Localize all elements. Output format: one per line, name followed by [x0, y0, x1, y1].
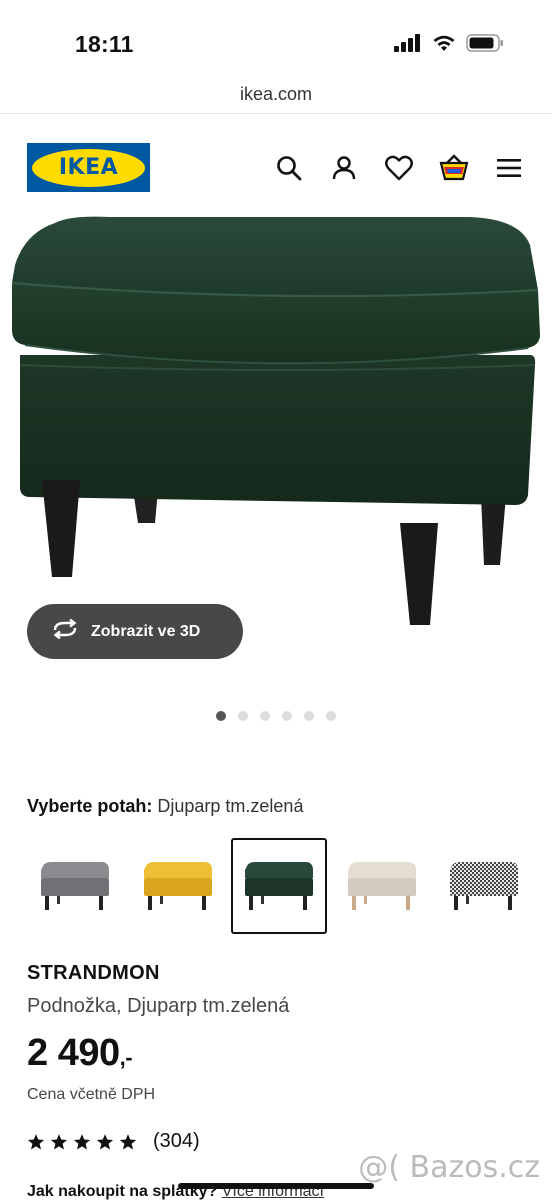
fabric-swatches — [27, 838, 552, 936]
product-name[interactable]: STRANDMON — [27, 962, 160, 985]
carousel-dots — [0, 711, 552, 721]
swatch-yellow[interactable] — [130, 838, 226, 934]
status-time: 18:11 — [75, 31, 134, 57]
star-icon — [27, 1133, 45, 1149]
product-rating[interactable]: (304) — [27, 1130, 200, 1153]
product-price: 2 490,- — [27, 1032, 133, 1075]
site-header: IKEA — [0, 130, 552, 205]
logo-text: IKEA — [58, 155, 119, 180]
fabric-selector-label: Vyberte potah: Djuparp tm.zelená — [27, 796, 303, 817]
star-icon — [50, 1133, 68, 1149]
swatch-dark-green[interactable] — [231, 838, 327, 934]
carousel-dot[interactable] — [216, 711, 226, 721]
carousel-dot[interactable] — [304, 711, 314, 721]
header-icons — [273, 152, 525, 184]
star-icon — [119, 1133, 137, 1149]
star-icon — [96, 1133, 114, 1149]
rating-stars — [27, 1133, 137, 1151]
cart-icon[interactable] — [438, 152, 470, 184]
account-icon[interactable] — [328, 152, 360, 184]
status-icons — [394, 34, 504, 57]
heart-icon[interactable] — [383, 152, 415, 184]
carousel-dot[interactable] — [260, 711, 270, 721]
rotate-3d-icon — [51, 618, 79, 644]
view-3d-label: Zobrazit ve 3D — [91, 622, 201, 640]
carousel-dot[interactable] — [326, 711, 336, 721]
view-3d-button[interactable]: Zobrazit ve 3D — [27, 604, 243, 659]
swatch-beige[interactable] — [334, 838, 430, 934]
wifi-icon — [432, 34, 456, 57]
watermark: @( Bazos.cz — [358, 1150, 540, 1185]
menu-icon[interactable] — [493, 152, 525, 184]
star-icon — [73, 1133, 91, 1149]
status-bar: 18:11 — [0, 0, 552, 80]
product-description: Podnožka, Djuparp tm.zelená — [27, 995, 290, 1017]
swatch-houndstooth[interactable] — [436, 838, 532, 934]
fabric-value: Djuparp tm.zelená — [157, 796, 304, 816]
ikea-logo[interactable]: IKEA — [27, 143, 150, 192]
swatch-grey[interactable] — [27, 838, 123, 934]
carousel-dot[interactable] — [238, 711, 248, 721]
carousel-dot[interactable] — [282, 711, 292, 721]
review-count[interactable]: (304) — [153, 1130, 200, 1153]
home-indicator[interactable] — [178, 1183, 374, 1189]
battery-icon — [466, 34, 504, 57]
price-suffix: ,- — [119, 1045, 133, 1070]
search-icon[interactable] — [273, 152, 305, 184]
url-text[interactable]: ikea.com — [240, 84, 312, 105]
signal-icon — [394, 34, 422, 57]
fabric-label: Vyberte potah: — [27, 796, 153, 816]
price-value: 2 490 — [27, 1032, 120, 1074]
vat-note: Cena včetně DPH — [27, 1086, 156, 1103]
address-bar[interactable]: ikea.com — [0, 80, 552, 114]
